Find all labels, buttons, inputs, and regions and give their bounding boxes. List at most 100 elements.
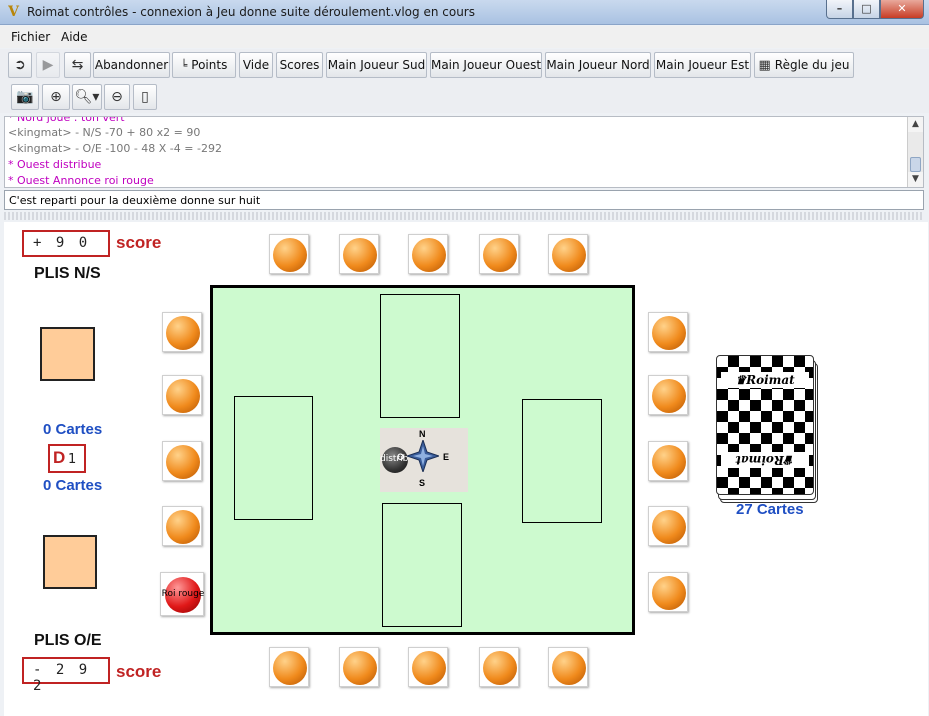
zoom-in-icon: ⊕ xyxy=(50,89,62,105)
card-back-ball-icon xyxy=(166,445,200,479)
oe-trick-pile[interactable] xyxy=(43,535,97,589)
north-card-slot[interactable] xyxy=(548,234,588,274)
west-card-slot[interactable] xyxy=(162,312,202,352)
chat-input[interactable]: C'est reparti pour la deuxième donne sur… xyxy=(4,190,924,210)
regle-label: Règle du jeu xyxy=(774,58,850,72)
north-card-slot[interactable] xyxy=(479,234,519,274)
oe-score-label: score xyxy=(116,662,162,681)
south-card-slot[interactable] xyxy=(548,647,588,687)
menu-bar: Fichier Aide xyxy=(0,26,929,48)
zoom-in-button[interactable]: ⊕ xyxy=(42,84,70,110)
card-back-ball-icon xyxy=(652,445,686,479)
north-card-slot[interactable] xyxy=(339,234,379,274)
menu-aide[interactable]: Aide xyxy=(61,30,88,44)
card-back-ball-icon xyxy=(343,651,377,685)
south-card-slot[interactable] xyxy=(408,647,448,687)
north-play-zone[interactable] xyxy=(380,294,460,418)
connect-icon: ➲ xyxy=(14,57,26,73)
view-toolbar: 📷 ⊕ 🔍︎▾ ⊖ ▯ xyxy=(0,81,929,113)
distrib-label: distrib xyxy=(380,454,409,464)
screenshot-button[interactable]: 📷 xyxy=(11,84,39,110)
oe-cartes-count: 0 Cartes xyxy=(43,477,103,494)
phone-icon: ▯ xyxy=(141,89,149,105)
connect-button[interactable]: ➲ xyxy=(8,52,32,78)
compass-n: N xyxy=(419,429,426,439)
close-button[interactable]: ✕ xyxy=(880,0,924,19)
game-log[interactable]: * Nord joue : ton vert <kingmat> - N/S -… xyxy=(4,116,924,188)
west-card-slot[interactable] xyxy=(162,506,202,546)
zoom-out-icon: ⊖ xyxy=(111,89,123,105)
deck-brand-top: ♛Roimat xyxy=(721,372,809,388)
abandonner-button[interactable]: Abandonner xyxy=(93,52,170,78)
west-card-slot-roi-rouge[interactable]: Roi rouge xyxy=(160,572,204,616)
plis-ns-label: PLIS N/S xyxy=(34,265,101,282)
south-card-slot[interactable] xyxy=(479,647,519,687)
scroll-down-icon[interactable]: ▼ xyxy=(908,172,923,187)
main-joueur-nord-button[interactable]: Main Joueur Nord xyxy=(545,52,651,78)
card-back-ball-icon xyxy=(166,316,200,350)
card-back-ball-icon xyxy=(412,651,446,685)
dealer-letter: D xyxy=(53,448,66,467)
zoom-out-button[interactable]: ⊖ xyxy=(104,84,130,110)
plis-oe-label: PLIS O/E xyxy=(34,632,102,649)
points-tree-icon: ╘ xyxy=(180,58,188,72)
west-play-zone[interactable] xyxy=(234,396,313,520)
roi-rouge-label: Roi rouge xyxy=(161,589,205,599)
card-back-ball-icon xyxy=(652,576,686,610)
scores-button[interactable]: Scores xyxy=(276,52,323,78)
scroll-thumb[interactable] xyxy=(910,157,921,172)
menu-fichier[interactable]: Fichier xyxy=(11,30,50,44)
east-card-slot[interactable] xyxy=(648,572,688,612)
east-card-slot[interactable] xyxy=(648,312,688,352)
play-button[interactable]: ▶ xyxy=(36,52,60,78)
dealer-indicator: D 1 xyxy=(48,444,86,473)
play-table: distrib N S E O xyxy=(210,285,635,635)
swap-button[interactable]: ⇆ xyxy=(64,52,91,78)
east-card-slot[interactable] xyxy=(648,506,688,546)
vide-button[interactable]: Vide xyxy=(239,52,273,78)
north-card-slot[interactable] xyxy=(408,234,448,274)
east-card-slot[interactable] xyxy=(648,441,688,481)
scroll-up-icon[interactable]: ▲ xyxy=(908,117,923,132)
main-joueur-est-button[interactable]: Main Joueur Est xyxy=(654,52,751,78)
app-logo-icon: V xyxy=(8,4,19,20)
north-card-slot[interactable] xyxy=(269,234,309,274)
minimize-button[interactable]: – xyxy=(826,0,853,19)
card-back-ball-icon xyxy=(652,316,686,350)
points-button[interactable]: ╘ Points xyxy=(172,52,236,78)
south-play-zone[interactable] xyxy=(382,503,462,627)
dealer-number: 1 xyxy=(68,452,77,467)
card-deck[interactable]: ♛Roimat ♛Roimat xyxy=(714,355,818,503)
log-line: * Nord joue : ton vert xyxy=(8,116,125,124)
maximize-button[interactable]: □ xyxy=(853,0,880,19)
regle-du-jeu-button[interactable]: ▦ Règle du jeu xyxy=(754,52,854,78)
main-joueur-sud-button[interactable]: Main Joueur Sud xyxy=(326,52,427,78)
compass: distrib N S E O xyxy=(380,428,468,492)
camera-icon: 📷 xyxy=(16,89,34,105)
mobile-view-button[interactable]: ▯ xyxy=(133,84,157,110)
ns-trick-pile[interactable] xyxy=(40,327,95,381)
swap-arrows-icon: ⇆ xyxy=(71,57,84,73)
title-bar: V Roimat contrôles - connexion à Jeu don… xyxy=(0,0,929,25)
card-back-ball-icon xyxy=(652,379,686,413)
zoom-menu-button[interactable]: 🔍︎▾ xyxy=(72,84,102,110)
pane-splitter[interactable] xyxy=(4,212,924,220)
log-scrollbar[interactable]: ▲ ▼ xyxy=(907,117,923,187)
table-grid-icon: ▦ xyxy=(758,57,771,73)
south-card-slot[interactable] xyxy=(269,647,309,687)
main-joueur-ouest-button[interactable]: Main Joueur Ouest xyxy=(430,52,542,78)
card-back-ball-icon xyxy=(166,379,200,413)
card-back-ball-icon xyxy=(483,651,517,685)
ns-score-box: + 9 0 xyxy=(22,230,110,257)
points-label: Points xyxy=(191,58,228,72)
west-card-slot[interactable] xyxy=(162,375,202,415)
east-play-zone[interactable] xyxy=(522,399,602,523)
east-card-slot[interactable] xyxy=(648,375,688,415)
oe-score-box: - 2 9 2 xyxy=(22,657,110,694)
game-board: + 9 0 score PLIS N/S 0 Cartes D 1 0 Cart… xyxy=(4,222,928,716)
south-card-slot[interactable] xyxy=(339,647,379,687)
deck-count: 27 Cartes xyxy=(736,501,804,518)
west-card-slot[interactable] xyxy=(162,441,202,481)
card-back-ball-icon xyxy=(273,651,307,685)
card-back-ball-icon xyxy=(343,238,377,272)
